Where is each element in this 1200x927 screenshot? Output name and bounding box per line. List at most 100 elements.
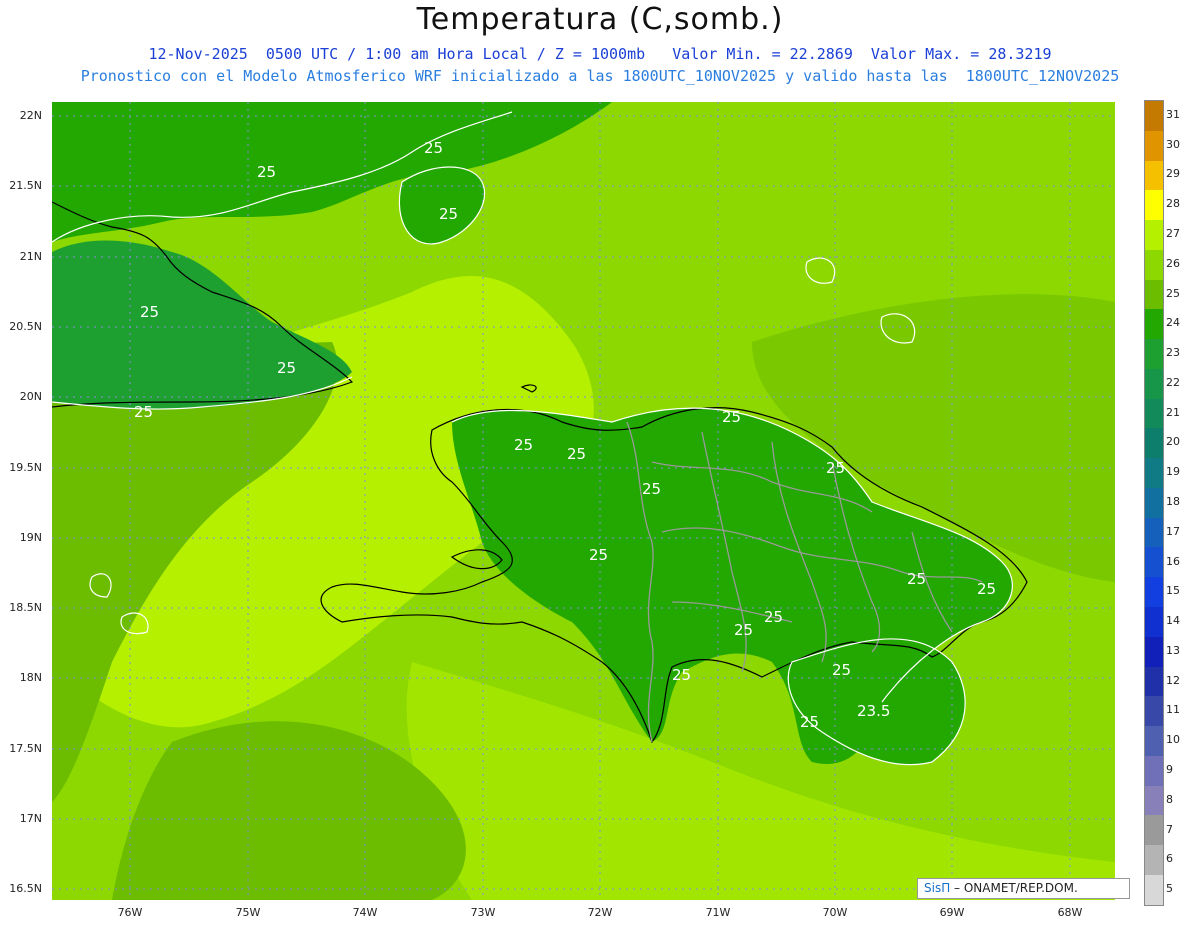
lat-label: 20N xyxy=(19,390,42,403)
contour-label: 25 xyxy=(672,666,691,684)
lon-label: 70W xyxy=(822,906,848,919)
legend-level-label: 15 xyxy=(1166,584,1180,598)
credit-text: – ONAMET/REP.DOM. xyxy=(950,881,1078,895)
legend-level-label: 7 xyxy=(1166,822,1173,836)
legend-swatch xyxy=(1145,726,1163,756)
contour-label: 25 xyxy=(140,303,159,321)
contour-label: 25 xyxy=(832,661,851,679)
legend-level-label: 12 xyxy=(1166,673,1180,687)
legend-level-label: 21 xyxy=(1166,405,1180,419)
contour-label: 25 xyxy=(257,163,276,181)
contour-label: 25 xyxy=(722,408,741,426)
legend-level-label: 9 xyxy=(1166,763,1173,776)
lat-label: 21N xyxy=(19,250,42,263)
legend-level-label: 6 xyxy=(1166,852,1173,866)
lat-label: 20.5N xyxy=(9,320,42,333)
legend-swatch xyxy=(1145,815,1163,846)
map-title: Temperatura (C,somb.) xyxy=(416,2,784,37)
legend-level-label: 20 xyxy=(1166,435,1180,449)
legend-swatch xyxy=(1145,874,1163,905)
lat-label: 16.5N xyxy=(9,882,42,895)
legend-level-label: 25 xyxy=(1166,286,1180,300)
lat-label: 17N xyxy=(19,812,42,825)
legend-level-label: 30 xyxy=(1166,137,1180,151)
contour-label: 25 xyxy=(800,713,819,731)
legend-level-label: 31 xyxy=(1166,107,1180,121)
legend-swatch xyxy=(1145,368,1163,399)
lat-label: 21.5N xyxy=(9,179,42,192)
lon-label: 72W xyxy=(587,906,613,919)
legend-level-label: 27 xyxy=(1166,227,1180,240)
lon-label: 75W xyxy=(235,906,261,919)
legend-swatch xyxy=(1145,249,1163,280)
legend-swatch xyxy=(1145,220,1163,250)
legend-level-label: 14 xyxy=(1166,614,1180,628)
legend-level-label: 29 xyxy=(1166,167,1180,181)
legend-swatch xyxy=(1145,339,1163,369)
legend-swatch xyxy=(1145,755,1163,786)
contour-label: 25 xyxy=(977,580,996,598)
contour-label: 25 xyxy=(589,546,608,564)
lon-label: 71W xyxy=(705,906,731,919)
contour-label: 25 xyxy=(907,570,926,588)
model-info-line: Pronostico con el Modelo Atmosferico WRF… xyxy=(80,67,1120,85)
contour-label: 25 xyxy=(567,445,586,463)
contour-label: 23.5 xyxy=(857,702,890,720)
legend-swatch xyxy=(1145,101,1163,131)
legend-level-label: 23 xyxy=(1166,346,1180,360)
legend-swatch xyxy=(1145,845,1163,875)
legend-level-label: 26 xyxy=(1166,256,1180,270)
lat-label: 22N xyxy=(19,109,42,122)
contour-label: 25 xyxy=(134,403,153,421)
legend-level-label: 10 xyxy=(1166,733,1180,747)
contour-label: 25 xyxy=(826,459,845,477)
legend-swatch xyxy=(1145,279,1163,310)
legend-swatch xyxy=(1145,130,1163,161)
legend-level-label: 22 xyxy=(1166,375,1180,389)
legend-level-label: 16 xyxy=(1166,554,1180,568)
legend-swatch xyxy=(1145,517,1163,548)
contour-label: 25 xyxy=(424,139,443,157)
legend-swatch xyxy=(1145,607,1163,637)
legend-level-label: 13 xyxy=(1166,643,1180,657)
legend-level-label: 5 xyxy=(1166,882,1173,896)
legend-swatch xyxy=(1145,190,1163,221)
lon-label: 76W xyxy=(117,906,143,919)
sisp-brand: SisΠ xyxy=(924,881,951,895)
legend-swatch xyxy=(1145,309,1163,340)
legend-level-label: 19 xyxy=(1166,465,1180,479)
legend-swatch xyxy=(1145,428,1163,459)
contour-label: 25 xyxy=(277,359,296,377)
legend-swatch xyxy=(1145,785,1163,816)
temperature-map: 25 25 25 25 25 25 25 25 25 25 25 25 25 2… xyxy=(52,102,1115,900)
contour-label: 25 xyxy=(764,608,783,626)
legend-swatch xyxy=(1145,398,1163,429)
lon-label: 69W xyxy=(939,906,965,919)
legend-swatch xyxy=(1145,547,1163,578)
legend-swatch xyxy=(1145,160,1163,191)
legend-level-label: 11 xyxy=(1166,703,1180,717)
legend-level-label: 8 xyxy=(1166,792,1173,806)
lat-label: 19N xyxy=(19,531,42,544)
lon-label: 68W xyxy=(1057,906,1083,919)
legend-swatch xyxy=(1145,666,1163,697)
color-scale-legend xyxy=(1144,100,1164,906)
legend-swatch xyxy=(1145,577,1163,608)
legend-level-label: 18 xyxy=(1166,495,1180,508)
contour-label: 25 xyxy=(734,621,753,639)
lat-label: 17.5N xyxy=(9,742,42,755)
lat-label: 18.5N xyxy=(9,601,42,614)
legend-swatch xyxy=(1145,696,1163,727)
contour-label: 25 xyxy=(514,436,533,454)
legend-swatch xyxy=(1145,487,1163,518)
legend-level-label: 24 xyxy=(1166,316,1180,330)
legend-level-label: 28 xyxy=(1166,197,1180,211)
lat-label: 19.5N xyxy=(9,461,42,474)
legend-swatch xyxy=(1145,636,1163,667)
valid-time-line: 12-Nov-2025 0500 UTC / 1:00 am Hora Loca… xyxy=(148,45,1052,63)
contour-label: 25 xyxy=(439,205,458,223)
credit-box: SisΠ – ONAMET/REP.DOM. xyxy=(917,878,1130,899)
contour-label: 25 xyxy=(642,480,661,498)
lat-label: 18N xyxy=(19,671,42,684)
legend-swatch xyxy=(1145,458,1163,488)
